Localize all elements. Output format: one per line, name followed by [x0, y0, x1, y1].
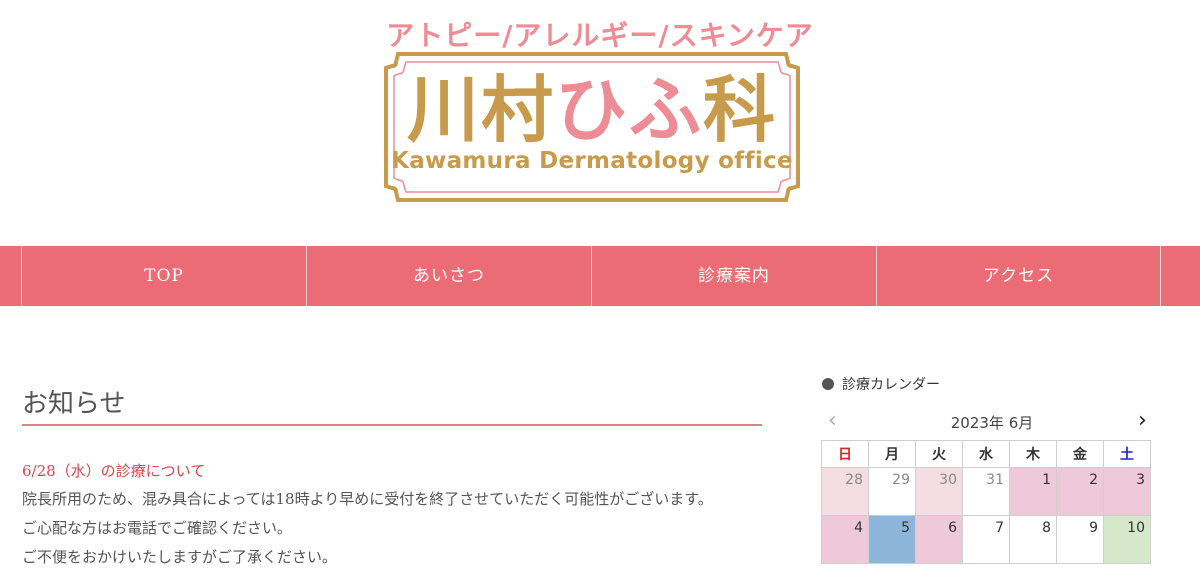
- news-text-line: ご心配な方はお電話でご確認ください。: [22, 519, 293, 537]
- bullet-icon: [822, 378, 834, 390]
- news-text-line: ご不便をおかけいたしますがご了承ください。: [22, 548, 338, 566]
- weekday-header: 月: [868, 440, 916, 468]
- nav-divider: [1160, 246, 1161, 306]
- weekday-header: 日: [821, 440, 869, 468]
- calendar-day[interactable]: 1: [1009, 467, 1057, 516]
- logo-title: 川村ひふ科: [384, 68, 800, 152]
- calendar-day[interactable]: 4: [821, 515, 869, 564]
- calendar-day[interactable]: 5: [868, 515, 916, 564]
- calendar-week: 28 29 30 31 1 2 3: [821, 467, 1151, 516]
- calendar-day[interactable]: 3: [1103, 467, 1151, 516]
- news-heading: お知らせ: [22, 389, 126, 419]
- calendar-day[interactable]: 9: [1056, 515, 1104, 564]
- nav-item-services[interactable]: 診療案内: [591, 246, 876, 306]
- calendar-day[interactable]: 6: [915, 515, 963, 564]
- chevron-right-icon[interactable]: ›: [1138, 408, 1147, 433]
- news-headline[interactable]: 6/28（水）の診療について: [22, 460, 205, 481]
- nav-item-top[interactable]: TOP: [21, 246, 306, 306]
- weekday-header: 土: [1103, 440, 1151, 468]
- calendar-day[interactable]: 31: [962, 467, 1010, 516]
- calendar-heading: 診療カレンダー: [822, 374, 940, 394]
- nav-item-access[interactable]: アクセス: [876, 246, 1160, 306]
- calendar-day[interactable]: 8: [1009, 515, 1057, 564]
- calendar-heading-label: 診療カレンダー: [842, 377, 940, 393]
- calendar-day[interactable]: 29: [868, 467, 916, 516]
- nav-item-greeting[interactable]: あいさつ: [306, 246, 591, 306]
- news-text-line: 院長所用のため、混み具合によっては18時より早めに受付を終了させていただく可能性…: [22, 490, 713, 508]
- logo-title-part: 川村: [406, 68, 555, 152]
- calendar-day[interactable]: 10: [1103, 515, 1151, 564]
- logo-title-part: 科: [703, 68, 778, 152]
- calendar-month: 2023年 6月: [950, 414, 1034, 432]
- weekday-header: 火: [915, 440, 963, 468]
- tagline: アトピー/アレルギー/スキンケア: [386, 19, 814, 52]
- logo-title-part: ひふ: [554, 68, 703, 152]
- calendar-week: 4 5 6 7 8 9 10: [821, 515, 1151, 564]
- clinic-logo[interactable]: 川村ひふ科 Kawamura Dermatology office: [384, 52, 800, 202]
- calendar-day[interactable]: 30: [915, 467, 963, 516]
- calendar-table: 日月火水木金土 28 29 30 31 1 2 3 4 5 6 7 8 9 10: [821, 440, 1151, 564]
- weekday-header: 金: [1056, 440, 1104, 468]
- main-nav: TOP あいさつ 診療案内 アクセス: [0, 246, 1200, 306]
- calendar-day[interactable]: 7: [962, 515, 1010, 564]
- logo-subtitle: Kawamura Dermatology office: [391, 148, 793, 174]
- weekday-header: 水: [962, 440, 1010, 468]
- calendar-day[interactable]: 2: [1056, 467, 1104, 516]
- calendar-day[interactable]: 28: [821, 467, 869, 516]
- weekday-header: 木: [1009, 440, 1057, 468]
- news-divider: [22, 424, 762, 426]
